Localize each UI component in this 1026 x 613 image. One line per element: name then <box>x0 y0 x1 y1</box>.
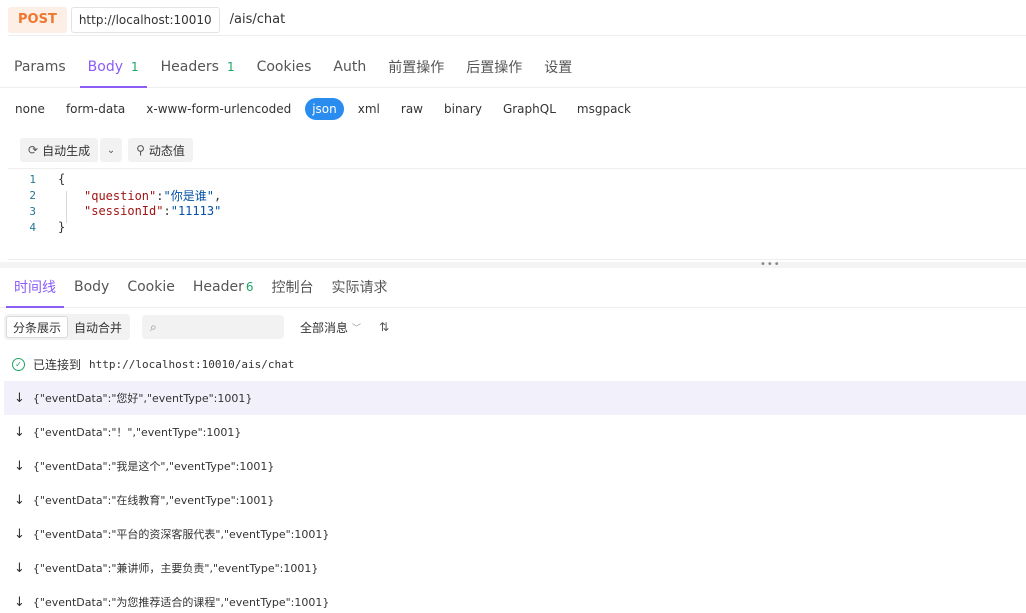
search-icon: ⌕ <box>150 319 157 334</box>
message-filter-select[interactable]: 全部消息 ﹀ <box>300 319 361 336</box>
refresh-icon: ⟳ <box>28 143 39 157</box>
line-number: 4 <box>29 220 36 234</box>
tab-response-header[interactable]: Header 6 <box>185 267 262 307</box>
arrow-down-icon: ↓ <box>14 560 25 576</box>
code-line: 2 "question":"你是谁", <box>8 187 221 203</box>
tab-count: 1 <box>226 60 235 74</box>
code-line: 1 { <box>8 171 65 187</box>
body-type-msgpack[interactable]: msgpack <box>570 98 638 120</box>
dynamic-value-button[interactable]: ⚲ 动态值 <box>128 138 193 162</box>
event-item[interactable]: ↓ {"eventData":"在线教育","eventType":1001} <box>4 483 1026 517</box>
arrow-down-icon: ↓ <box>14 424 25 440</box>
tab-count: 1 <box>131 60 139 74</box>
tab-cookies[interactable]: Cookies <box>249 47 320 87</box>
tab-params[interactable]: Params <box>6 47 74 87</box>
body-type-json[interactable]: json <box>305 98 344 120</box>
arrow-down-icon: ↓ <box>14 594 25 610</box>
request-tabs: Params Body 1 Headers 1 Cookies Auth 前置操作 … <box>0 48 1026 88</box>
body-type-form-data[interactable]: form-data <box>59 98 132 120</box>
body-type-raw[interactable]: raw <box>394 98 430 120</box>
code-text: { <box>58 172 66 186</box>
chevron-down-icon: ﹀ <box>352 323 362 334</box>
view-mode-toggle: 分条展示 自动合并 <box>4 314 131 340</box>
tab-console[interactable]: 控制台 <box>264 267 322 307</box>
arrow-down-icon: ↓ <box>14 458 25 474</box>
event-item[interactable]: ↓ {"eventData":"！","eventType":1001} <box>4 415 1026 449</box>
connection-url: http://localhost:10010/ais/chat <box>89 357 295 371</box>
tab-pre-actions[interactable]: 前置操作 <box>380 47 452 87</box>
tab-response-cookie[interactable]: Cookie <box>119 267 183 307</box>
tab-timeline[interactable]: 时间线 <box>6 267 64 308</box>
event-item[interactable]: ↓ {"eventData":"我是这个","eventType":1001} <box>4 449 1026 483</box>
body-type-selector: none form-data x-www-form-urlencoded jso… <box>8 96 645 122</box>
path-field[interactable]: /ais/chat <box>230 12 286 27</box>
connection-status: ✓ 已连接到 http://localhost:10010/ais/chat <box>12 355 294 373</box>
arrow-down-icon: ↓ <box>14 492 25 508</box>
sort-icon[interactable]: ⇅ <box>379 320 389 334</box>
body-type-none[interactable]: none <box>8 98 52 120</box>
response-tabs: 时间线 Body Cookie Header 6 控制台 实际请求 <box>0 268 1026 308</box>
response-tools: 分条展示 自动合并 ⌕ 全部消息 ﹀ ⇅ <box>4 314 389 340</box>
body-type-xml[interactable]: xml <box>351 98 387 120</box>
host-field[interactable]: http://localhost:10010 <box>70 6 220 33</box>
tab-count: 6 <box>245 280 254 294</box>
body-tools: ⟳ 自动生成 ⌄ ⚲ 动态值 <box>20 138 193 162</box>
indent-guide <box>66 191 67 223</box>
auto-generate-button[interactable]: ⟳ 自动生成 <box>20 138 99 162</box>
line-number: 3 <box>29 204 36 218</box>
tab-body[interactable]: Body 1 <box>79 47 147 88</box>
code-text: "sessionId":"11113" <box>84 204 222 218</box>
code-line: 3 "sessionId":"11113" <box>8 203 221 219</box>
line-number: 2 <box>29 188 36 202</box>
body-type-graphql[interactable]: GraphQL <box>496 98 563 120</box>
url-bar: POST http://localhost:10010 /ais/chat <box>8 4 1026 36</box>
json-editor[interactable]: 1 { 2 "question":"你是谁", 3 "sessionId":"1… <box>8 168 1026 260</box>
tab-settings[interactable]: 设置 <box>536 47 580 87</box>
auto-merge-button[interactable]: 自动合并 <box>68 316 128 338</box>
event-item[interactable]: ↓ {"eventData":"平台的资深客服代表","eventType":10… <box>4 517 1026 551</box>
body-type-urlencoded[interactable]: x-www-form-urlencoded <box>139 98 298 120</box>
tab-headers[interactable]: Headers 1 <box>153 47 243 87</box>
line-number: 1 <box>29 172 36 186</box>
tab-post-actions[interactable]: 后置操作 <box>458 47 530 87</box>
split-view-button[interactable]: 分条展示 <box>6 316 69 338</box>
code-line: 4 } <box>8 219 65 235</box>
chevron-down-icon: ⌄ <box>106 144 116 156</box>
magic-wand-icon: ⚲ <box>136 143 145 157</box>
arrow-down-icon: ↓ <box>14 526 25 542</box>
auto-generate-dropdown[interactable]: ⌄ <box>100 138 123 162</box>
event-item[interactable]: ↓ {"eventData":"兼讲师，主要负责","eventType":100… <box>4 551 1026 585</box>
arrow-down-icon: ↓ <box>14 390 25 406</box>
check-circle-icon: ✓ <box>12 357 25 371</box>
method-select[interactable]: POST <box>8 6 67 33</box>
tab-response-body[interactable]: Body <box>66 267 117 307</box>
event-list: ↓ {"eventData":"您好","eventType":1001} ↓ {"… <box>4 381 1026 613</box>
event-item[interactable]: ↓ {"eventData":"您好","eventType":1001} <box>4 381 1026 415</box>
event-item[interactable]: ↓ {"eventData":"为您推荐适合的课程","eventType":10… <box>4 585 1026 613</box>
code-text: "question":"你是谁", <box>84 188 222 203</box>
tab-auth[interactable]: Auth <box>325 47 374 87</box>
tab-actual-request[interactable]: 实际请求 <box>324 267 396 307</box>
search-box: ⌕ <box>142 315 285 339</box>
search-input[interactable] <box>160 320 271 334</box>
body-type-binary[interactable]: binary <box>437 98 489 120</box>
code-text: } <box>58 220 66 234</box>
